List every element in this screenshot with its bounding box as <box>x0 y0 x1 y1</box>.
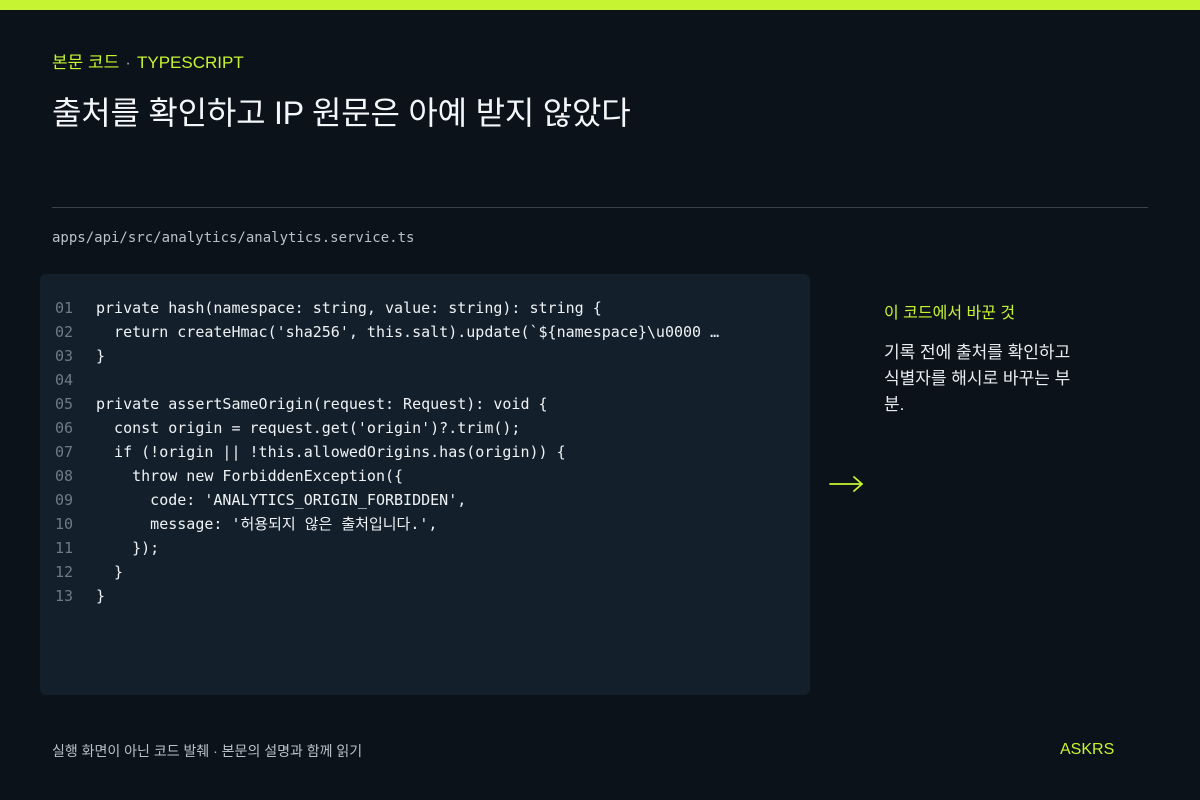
change-label: 이 코드에서 바꾼 것 <box>884 305 1016 322</box>
line-number: 01 <box>55 299 74 317</box>
code-line: 05 private assertSameOrigin(request: Requ… <box>40 392 810 416</box>
brand-logo: ASKRS <box>1060 741 1115 758</box>
line-number: 05 <box>55 395 74 413</box>
code-line: 04 <box>40 368 810 392</box>
eyebrow-separator: · <box>125 53 131 72</box>
code-line: 07 if (!origin || !this.allowedOrigins.h… <box>40 440 810 464</box>
code-text: message: '허용되지 않은 출처입니다.', <box>96 515 438 533</box>
line-number: 02 <box>55 323 74 341</box>
code-text: } <box>96 563 124 581</box>
arrow-right-icon <box>829 476 863 492</box>
code-line: 13} <box>40 584 810 608</box>
code-line: 01 private hash(namespace: string, value:… <box>40 296 810 320</box>
language-label: TYPESCRIPT <box>136 53 244 72</box>
line-number: 10 <box>55 515 74 533</box>
code-panel: 01 private hash(namespace: string, value:… <box>40 274 810 695</box>
code-line: 12 } <box>40 560 810 584</box>
line-number: 03 <box>55 347 74 365</box>
code-lines: 01 private hash(namespace: string, value:… <box>40 296 810 608</box>
code-line: 08 throw new ForbiddenException({ <box>40 464 810 488</box>
line-number: 07 <box>55 443 74 461</box>
line-number: 09 <box>55 491 74 509</box>
category-label: 본문 코드 <box>52 53 120 72</box>
code-line: 11 }); <box>40 536 810 560</box>
line-number: 08 <box>55 467 74 485</box>
code-text: const origin = request.get('origin')?.tr… <box>96 419 521 437</box>
line-number: 13 <box>55 587 74 605</box>
page-title: 출처를 확인하고 IP 원문은 아예 받지 않았다 <box>52 95 631 131</box>
code-line: 06 const origin = request.get('origin')?… <box>40 416 810 440</box>
footer-note: 실행 화면이 아닌 코드 발췌 · 본문의 설명과 함께 읽기 <box>52 743 363 759</box>
code-line: 09 code: 'ANALYTICS_ORIGIN_FORBIDDEN', <box>40 488 810 512</box>
change-description: 기록 전에 출처를 확인하고 식별자를 해시로 바꾸는 부분. <box>884 343 1071 414</box>
code-text: private hash(namespace: string, value: s… <box>96 299 602 317</box>
accent-top-bar <box>0 0 1200 10</box>
line-number: 06 <box>55 419 74 437</box>
line-number: 04 <box>55 371 74 389</box>
code-text: } <box>96 347 106 365</box>
code-line: 03} <box>40 344 810 368</box>
code-line: 10 message: '허용되지 않은 출처입니다.', <box>40 512 810 536</box>
code-text: return createHmac('sha256', this.salt).u… <box>96 323 720 341</box>
code-text: throw new ForbiddenException({ <box>96 467 404 485</box>
line-number: 11 <box>55 539 74 557</box>
code-text: private assertSameOrigin(request: Reques… <box>96 395 548 413</box>
code-text: code: 'ANALYTICS_ORIGIN_FORBIDDEN', <box>96 491 467 509</box>
line-number: 12 <box>55 563 74 581</box>
code-text: } <box>96 587 106 605</box>
divider <box>52 207 1148 208</box>
code-line: 02 return createHmac('sha256', this.salt… <box>40 320 810 344</box>
file-path: apps/api/src/analytics/analytics.service… <box>52 230 415 246</box>
code-text: if (!origin || !this.allowedOrigins.has(… <box>96 443 566 461</box>
code-text: }); <box>96 539 160 557</box>
eyebrow: 본문 코드 · TYPESCRIPT <box>52 48 244 73</box>
